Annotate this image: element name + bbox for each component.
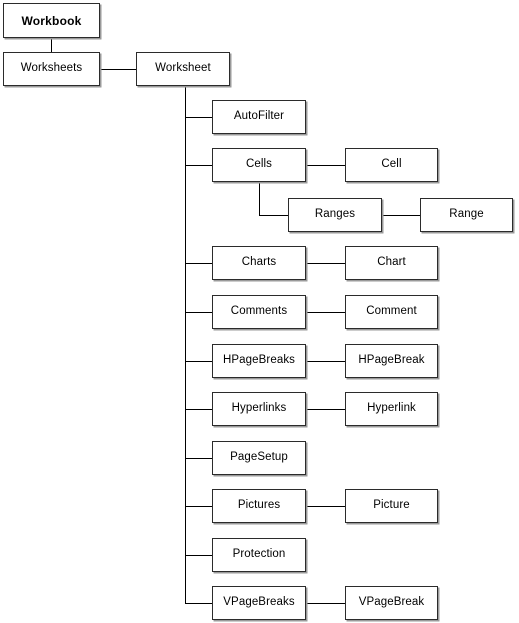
connector-main-trunk <box>185 100 186 604</box>
connector-branch-cells <box>185 165 212 166</box>
node-protection[interactable]: Protection <box>212 538 306 572</box>
node-pagesetup[interactable]: PageSetup <box>212 441 306 475</box>
node-vpagebreak[interactable]: VPageBreak <box>345 586 438 620</box>
connector-ranges-range <box>382 215 420 216</box>
node-range[interactable]: Range <box>420 198 513 232</box>
connector-branch-hyperlinks <box>185 409 212 410</box>
node-worksheet[interactable]: Worksheet <box>136 52 230 86</box>
object-model-diagram: Workbook Worksheets Worksheet AutoFilter… <box>0 0 519 623</box>
connector-cells-ranges-vertical <box>259 182 260 215</box>
connector-hpagebreaks-hpagebreak <box>306 361 345 362</box>
connector-branch-vpagebreaks <box>185 603 212 604</box>
connector-worksheet-trunk-stub <box>185 86 186 100</box>
node-vpagebreaks[interactable]: VPageBreaks <box>212 586 306 620</box>
connector-worksheets-worksheet <box>100 69 136 70</box>
connector-cells-cell <box>306 165 345 166</box>
connector-cells-ranges-horizontal <box>259 215 288 216</box>
node-comment[interactable]: Comment <box>345 295 438 329</box>
node-hyperlinks[interactable]: Hyperlinks <box>212 392 306 426</box>
node-autofilter[interactable]: AutoFilter <box>212 100 306 134</box>
connector-pictures-picture <box>306 506 345 507</box>
node-charts[interactable]: Charts <box>212 246 306 280</box>
connector-branch-hpagebreaks <box>185 361 212 362</box>
connector-branch-charts <box>185 263 212 264</box>
connector-comments-comment <box>306 312 345 313</box>
connector-branch-pagesetup <box>185 458 212 459</box>
node-hyperlink[interactable]: Hyperlink <box>345 392 438 426</box>
node-chart[interactable]: Chart <box>345 246 438 280</box>
connector-branch-comments <box>185 312 212 313</box>
node-cell[interactable]: Cell <box>345 148 438 182</box>
connector-hyperlinks-hyperlink <box>306 409 345 410</box>
node-ranges[interactable]: Ranges <box>288 198 382 232</box>
node-picture[interactable]: Picture <box>345 489 438 523</box>
node-cells[interactable]: Cells <box>212 148 306 182</box>
connector-vpagebreaks-vpagebreak <box>306 603 345 604</box>
connector-workbook-worksheets <box>51 38 52 52</box>
node-workbook[interactable]: Workbook <box>3 3 100 38</box>
connector-charts-chart <box>306 263 345 264</box>
connector-branch-pictures <box>185 506 212 507</box>
node-pictures[interactable]: Pictures <box>212 489 306 523</box>
connector-branch-autofilter <box>185 117 212 118</box>
node-comments[interactable]: Comments <box>212 295 306 329</box>
node-worksheets[interactable]: Worksheets <box>3 52 100 86</box>
node-hpagebreak[interactable]: HPageBreak <box>345 344 438 378</box>
node-hpagebreaks[interactable]: HPageBreaks <box>212 344 306 378</box>
connector-branch-protection <box>185 555 212 556</box>
